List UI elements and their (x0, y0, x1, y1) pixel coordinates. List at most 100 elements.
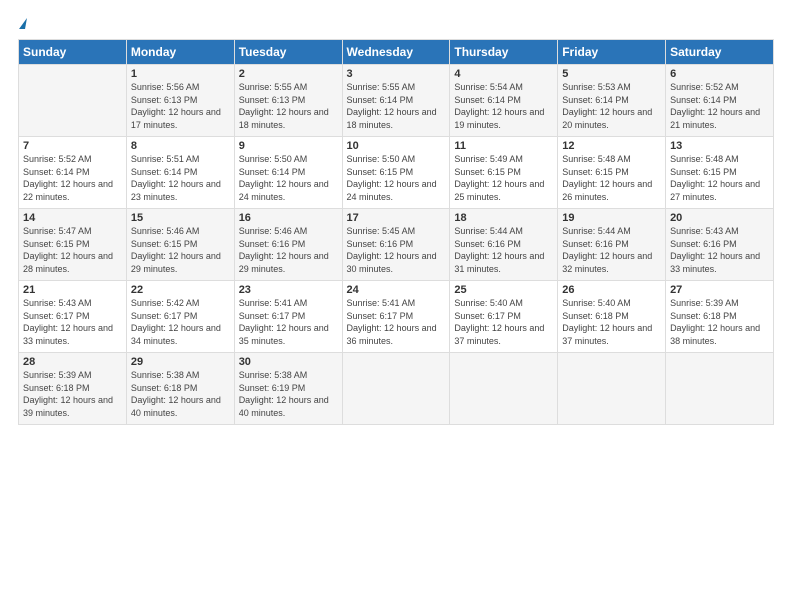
day-info: Sunrise: 5:55 AMSunset: 6:14 PMDaylight:… (347, 81, 446, 131)
day-number: 29 (131, 356, 230, 368)
day-info: Sunrise: 5:51 AMSunset: 6:14 PMDaylight:… (131, 153, 230, 203)
day-number: 18 (454, 212, 553, 224)
day-info: Sunrise: 5:41 AMSunset: 6:17 PMDaylight:… (347, 297, 446, 347)
day-info: Sunrise: 5:44 AMSunset: 6:16 PMDaylight:… (562, 225, 661, 275)
calendar-cell (19, 65, 127, 137)
weekday-header-thursday: Thursday (450, 40, 558, 65)
day-info: Sunrise: 5:48 AMSunset: 6:15 PMDaylight:… (670, 153, 769, 203)
calendar-cell (666, 353, 774, 425)
day-info: Sunrise: 5:46 AMSunset: 6:15 PMDaylight:… (131, 225, 230, 275)
weekday-header-friday: Friday (558, 40, 666, 65)
calendar-cell: 23Sunrise: 5:41 AMSunset: 6:17 PMDayligh… (234, 281, 342, 353)
day-number: 24 (347, 284, 446, 296)
calendar-cell: 18Sunrise: 5:44 AMSunset: 6:16 PMDayligh… (450, 209, 558, 281)
calendar-cell: 21Sunrise: 5:43 AMSunset: 6:17 PMDayligh… (19, 281, 127, 353)
day-number: 2 (239, 68, 338, 80)
calendar-cell (558, 353, 666, 425)
header (18, 18, 774, 29)
day-number: 28 (23, 356, 122, 368)
calendar-cell: 7Sunrise: 5:52 AMSunset: 6:14 PMDaylight… (19, 137, 127, 209)
calendar-cell: 3Sunrise: 5:55 AMSunset: 6:14 PMDaylight… (342, 65, 450, 137)
day-info: Sunrise: 5:43 AMSunset: 6:17 PMDaylight:… (23, 297, 122, 347)
day-info: Sunrise: 5:48 AMSunset: 6:15 PMDaylight:… (562, 153, 661, 203)
day-number: 12 (562, 140, 661, 152)
day-number: 16 (239, 212, 338, 224)
day-info: Sunrise: 5:45 AMSunset: 6:16 PMDaylight:… (347, 225, 446, 275)
calendar-cell: 24Sunrise: 5:41 AMSunset: 6:17 PMDayligh… (342, 281, 450, 353)
day-info: Sunrise: 5:52 AMSunset: 6:14 PMDaylight:… (670, 81, 769, 131)
calendar-cell: 6Sunrise: 5:52 AMSunset: 6:14 PMDaylight… (666, 65, 774, 137)
day-number: 15 (131, 212, 230, 224)
day-number: 7 (23, 140, 122, 152)
day-number: 8 (131, 140, 230, 152)
calendar-cell: 22Sunrise: 5:42 AMSunset: 6:17 PMDayligh… (126, 281, 234, 353)
day-info: Sunrise: 5:42 AMSunset: 6:17 PMDaylight:… (131, 297, 230, 347)
calendar-cell: 16Sunrise: 5:46 AMSunset: 6:16 PMDayligh… (234, 209, 342, 281)
calendar-cell: 12Sunrise: 5:48 AMSunset: 6:15 PMDayligh… (558, 137, 666, 209)
day-number: 26 (562, 284, 661, 296)
main-container: SundayMondayTuesdayWednesdayThursdayFrid… (0, 0, 792, 435)
day-info: Sunrise: 5:39 AMSunset: 6:18 PMDaylight:… (670, 297, 769, 347)
day-info: Sunrise: 5:46 AMSunset: 6:16 PMDaylight:… (239, 225, 338, 275)
weekday-header-tuesday: Tuesday (234, 40, 342, 65)
calendar-cell: 17Sunrise: 5:45 AMSunset: 6:16 PMDayligh… (342, 209, 450, 281)
day-number: 13 (670, 140, 769, 152)
calendar-cell: 4Sunrise: 5:54 AMSunset: 6:14 PMDaylight… (450, 65, 558, 137)
calendar-cell: 29Sunrise: 5:38 AMSunset: 6:18 PMDayligh… (126, 353, 234, 425)
calendar-cell: 5Sunrise: 5:53 AMSunset: 6:14 PMDaylight… (558, 65, 666, 137)
calendar-cell: 13Sunrise: 5:48 AMSunset: 6:15 PMDayligh… (666, 137, 774, 209)
calendar-cell: 9Sunrise: 5:50 AMSunset: 6:14 PMDaylight… (234, 137, 342, 209)
day-number: 20 (670, 212, 769, 224)
day-number: 14 (23, 212, 122, 224)
calendar-table: SundayMondayTuesdayWednesdayThursdayFrid… (18, 39, 774, 425)
day-number: 6 (670, 68, 769, 80)
calendar-cell: 10Sunrise: 5:50 AMSunset: 6:15 PMDayligh… (342, 137, 450, 209)
day-number: 10 (347, 140, 446, 152)
day-info: Sunrise: 5:50 AMSunset: 6:14 PMDaylight:… (239, 153, 338, 203)
day-number: 27 (670, 284, 769, 296)
day-number: 21 (23, 284, 122, 296)
weekday-header-wednesday: Wednesday (342, 40, 450, 65)
day-info: Sunrise: 5:38 AMSunset: 6:19 PMDaylight:… (239, 369, 338, 419)
calendar-cell: 27Sunrise: 5:39 AMSunset: 6:18 PMDayligh… (666, 281, 774, 353)
calendar-cell: 2Sunrise: 5:55 AMSunset: 6:13 PMDaylight… (234, 65, 342, 137)
day-info: Sunrise: 5:40 AMSunset: 6:18 PMDaylight:… (562, 297, 661, 347)
day-number: 1 (131, 68, 230, 80)
day-info: Sunrise: 5:38 AMSunset: 6:18 PMDaylight:… (131, 369, 230, 419)
calendar-cell: 1Sunrise: 5:56 AMSunset: 6:13 PMDaylight… (126, 65, 234, 137)
weekday-header-monday: Monday (126, 40, 234, 65)
day-number: 5 (562, 68, 661, 80)
day-info: Sunrise: 5:47 AMSunset: 6:15 PMDaylight:… (23, 225, 122, 275)
weekday-header-sunday: Sunday (19, 40, 127, 65)
logo (18, 18, 27, 29)
day-info: Sunrise: 5:54 AMSunset: 6:14 PMDaylight:… (454, 81, 553, 131)
day-number: 25 (454, 284, 553, 296)
day-info: Sunrise: 5:55 AMSunset: 6:13 PMDaylight:… (239, 81, 338, 131)
day-number: 22 (131, 284, 230, 296)
day-info: Sunrise: 5:39 AMSunset: 6:18 PMDaylight:… (23, 369, 122, 419)
calendar-cell (342, 353, 450, 425)
weekday-header-saturday: Saturday (666, 40, 774, 65)
day-number: 9 (239, 140, 338, 152)
calendar-cell (450, 353, 558, 425)
day-number: 17 (347, 212, 446, 224)
calendar-cell: 30Sunrise: 5:38 AMSunset: 6:19 PMDayligh… (234, 353, 342, 425)
calendar-cell: 14Sunrise: 5:47 AMSunset: 6:15 PMDayligh… (19, 209, 127, 281)
calendar-cell: 26Sunrise: 5:40 AMSunset: 6:18 PMDayligh… (558, 281, 666, 353)
day-info: Sunrise: 5:41 AMSunset: 6:17 PMDaylight:… (239, 297, 338, 347)
day-info: Sunrise: 5:43 AMSunset: 6:16 PMDaylight:… (670, 225, 769, 275)
day-number: 30 (239, 356, 338, 368)
calendar-cell: 19Sunrise: 5:44 AMSunset: 6:16 PMDayligh… (558, 209, 666, 281)
day-info: Sunrise: 5:56 AMSunset: 6:13 PMDaylight:… (131, 81, 230, 131)
day-info: Sunrise: 5:40 AMSunset: 6:17 PMDaylight:… (454, 297, 553, 347)
day-number: 11 (454, 140, 553, 152)
calendar-cell: 8Sunrise: 5:51 AMSunset: 6:14 PMDaylight… (126, 137, 234, 209)
day-info: Sunrise: 5:52 AMSunset: 6:14 PMDaylight:… (23, 153, 122, 203)
calendar-cell: 15Sunrise: 5:46 AMSunset: 6:15 PMDayligh… (126, 209, 234, 281)
day-info: Sunrise: 5:50 AMSunset: 6:15 PMDaylight:… (347, 153, 446, 203)
calendar-cell: 11Sunrise: 5:49 AMSunset: 6:15 PMDayligh… (450, 137, 558, 209)
calendar-cell: 20Sunrise: 5:43 AMSunset: 6:16 PMDayligh… (666, 209, 774, 281)
day-number: 19 (562, 212, 661, 224)
day-number: 3 (347, 68, 446, 80)
day-number: 4 (454, 68, 553, 80)
